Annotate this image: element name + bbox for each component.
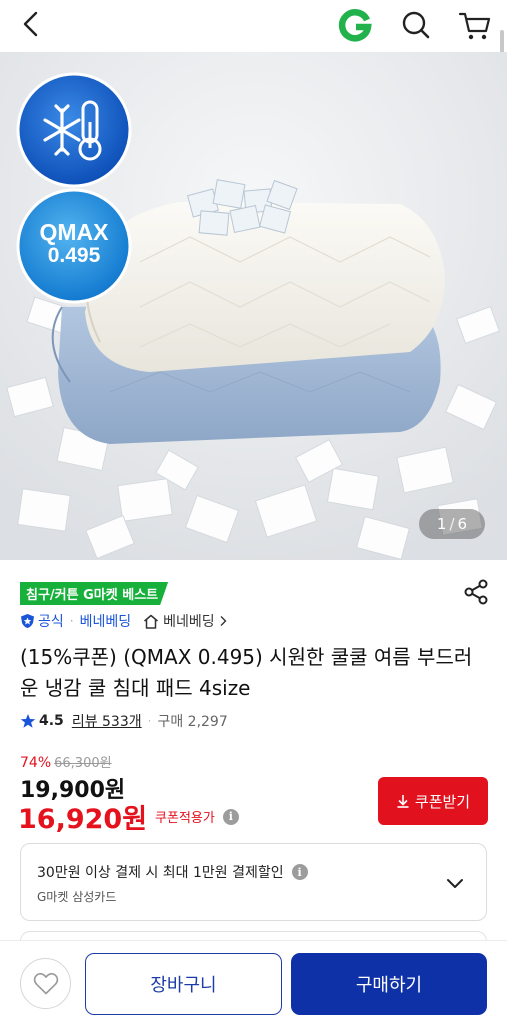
bottom-action-bar: 장바구니 구매하기	[0, 940, 507, 1024]
product-title: (15%쿠폰) (QMAX 0.495) 시원한 쿨쿨 여름 부드러운 냉감 쿨…	[20, 645, 473, 700]
qmax-badge-line1: QMAX	[39, 219, 109, 245]
coupon-button-label: 쿠폰받기	[414, 792, 471, 811]
gallery-divider: /	[449, 515, 455, 533]
heart-icon	[33, 972, 58, 994]
rating-row: 4.5 리뷰 533개 · 구매 2,297	[20, 711, 228, 731]
chevron-down-icon[interactable]	[444, 872, 466, 894]
coupon-price: 16,920원	[18, 804, 148, 835]
store-link[interactable]: 베네베딩	[143, 611, 227, 631]
search-icon[interactable]	[400, 9, 432, 41]
official-label: 공식	[38, 614, 64, 630]
card-benefit-main: 30만원 이상 결제 시 최대 1만원 결제할인 i	[37, 862, 308, 882]
product-image-gallery[interactable]: QMAX 0.495 1 / 6	[0, 52, 507, 560]
card-benefit-text: 30만원 이상 결제 시 최대 1만원 결제할인	[37, 865, 284, 881]
discount-row: 74% 66,300원	[20, 752, 112, 771]
info-icon[interactable]: i	[222, 808, 239, 825]
rating-score: 4.5	[39, 713, 64, 729]
cart-icon[interactable]	[458, 8, 492, 42]
brand-row: 공식 · 베네베딩 베네베딩	[20, 610, 227, 632]
store-home-icon	[144, 614, 159, 629]
gallery-total-pages: 6	[457, 515, 468, 533]
separator-dot: ·	[147, 714, 152, 728]
qmax-badge-line2: 0.495	[47, 244, 101, 267]
chevron-right-icon	[220, 616, 227, 626]
card-discount-panel[interactable]: 30만원 이상 결제 시 최대 1만원 결제할인 i G마켓 삼성카드	[20, 843, 487, 921]
official-shield-icon	[21, 614, 34, 628]
original-price: 66,300원	[54, 756, 112, 771]
purchase-count: 구매 2,297	[157, 714, 228, 730]
official-store-tag: 공식	[20, 611, 64, 631]
best-category-badge[interactable]: 침구/커튼 G마켓 베스트	[20, 582, 168, 605]
download-arrow-icon	[397, 795, 409, 808]
gmarket-logo-icon[interactable]	[338, 8, 372, 42]
chevron-left-icon[interactable]	[18, 10, 46, 38]
wishlist-button[interactable]	[20, 958, 71, 1009]
coupon-download-button[interactable]: 쿠폰받기	[378, 777, 488, 825]
review-link[interactable]: 리뷰 533개	[72, 711, 142, 731]
info-icon[interactable]: i	[291, 864, 308, 880]
separator-dot: ·	[69, 614, 74, 628]
brand-link[interactable]: 베네베딩	[80, 611, 132, 631]
discount-rate: 74%	[20, 755, 52, 771]
gallery-page-counter: 1 / 6	[419, 509, 485, 539]
top-header	[0, 0, 507, 52]
star-icon	[20, 714, 36, 728]
gallery-current-page: 1	[436, 515, 447, 533]
share-icon[interactable]	[462, 578, 490, 606]
buy-now-button[interactable]: 구매하기	[291, 953, 487, 1015]
card-benefit-sub: G마켓 삼성카드	[37, 890, 117, 904]
store-name: 베네베딩	[163, 614, 215, 630]
product-photo	[0, 52, 507, 560]
coupon-applied-label: 쿠폰적용가	[155, 811, 215, 826]
coupon-price-row: 16,920원 쿠폰적용가 i	[18, 797, 239, 836]
add-to-cart-button[interactable]: 장바구니	[85, 953, 282, 1015]
qmax-badge: QMAX 0.495	[18, 220, 130, 268]
